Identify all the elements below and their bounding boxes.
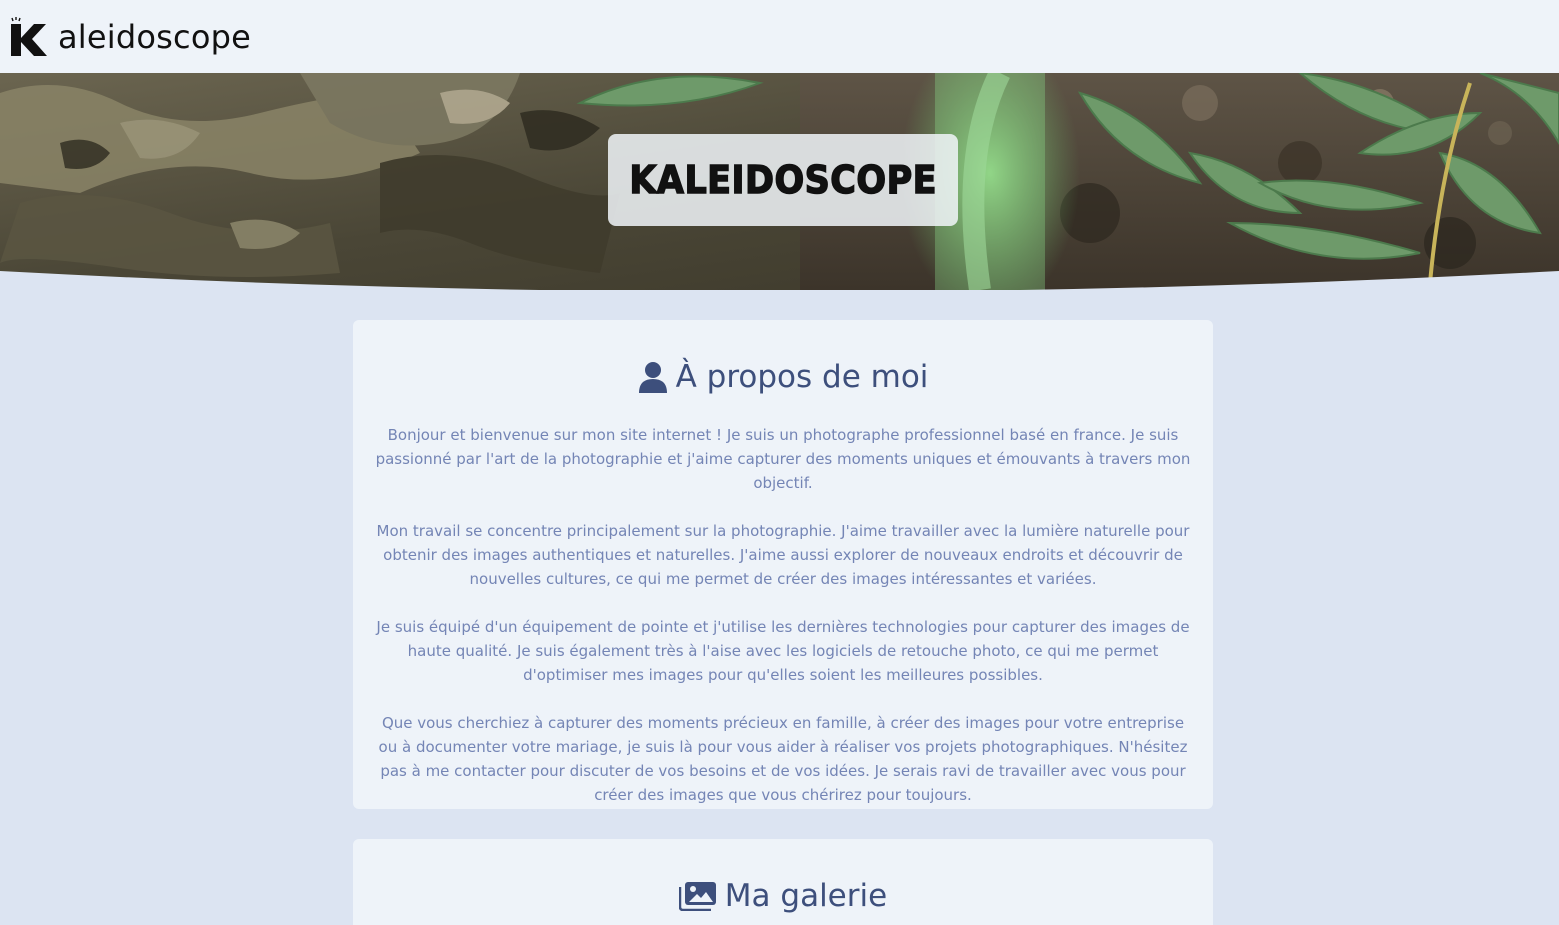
brand-logo-link[interactable]: aleidoscope <box>10 16 252 57</box>
about-body: Bonjour et bienvenue sur mon site intern… <box>371 423 1195 807</box>
about-paragraph: Que vous cherchiez à capturer des moment… <box>378 714 1188 804</box>
about-section: À propos de moi Bonjour et bienvenue sur… <box>353 320 1213 809</box>
gallery-section: Ma galerie <box>353 839 1213 925</box>
about-heading: À propos de moi <box>353 356 1213 398</box>
hero-title-badge: KALEIDOSCOPE <box>608 134 958 226</box>
gallery-heading-text: Ma galerie <box>724 878 888 914</box>
about-paragraph: Bonjour et bienvenue sur mon site intern… <box>375 426 1191 492</box>
about-paragraph: Je suis équipé d'un équipement de pointe… <box>376 618 1190 684</box>
kaleidoscope-logo-icon <box>10 16 48 57</box>
hero-title: KALEIDOSCOPE <box>628 157 937 203</box>
about-paragraph: Mon travail se concentre principalement … <box>376 522 1190 588</box>
brand-name: aleidoscope <box>58 17 252 56</box>
images-icon <box>678 881 717 911</box>
gallery-heading: Ma galerie <box>353 875 1213 917</box>
user-icon <box>638 361 668 393</box>
top-navbar: aleidoscope <box>0 0 1559 73</box>
about-heading-text: À propos de moi <box>675 359 929 395</box>
hero-banner: KALEIDOSCOPE <box>0 73 1559 290</box>
